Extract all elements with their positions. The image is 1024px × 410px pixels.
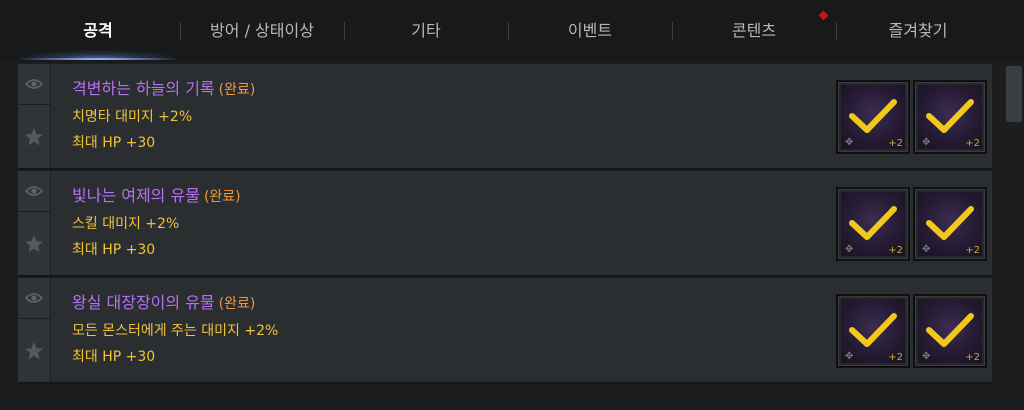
favorite-star-icon[interactable] [18, 319, 50, 382]
completion-status: (완료) [203, 189, 241, 205]
item-side-controls [18, 278, 51, 382]
stat-bonus: 최대 HP +30 [72, 135, 156, 151]
tab-attack[interactable]: 공격 [18, 14, 178, 48]
card-bonus: +2 [965, 138, 980, 149]
scrollbar-thumb[interactable] [1006, 66, 1022, 122]
move-icon: ✥ [845, 351, 854, 362]
tab-divider [508, 22, 509, 40]
collection-item[interactable]: 빛나는 여제의 유물 (완료) 스킬 대미지 +2% 최대 HP +30 ✥ +2… [18, 171, 992, 277]
collection-item[interactable]: 격변하는 하늘의 기록 (완료) 치명타 대미지 +2% 최대 HP +30 ✥ … [18, 64, 992, 170]
favorite-star-icon[interactable] [18, 212, 50, 275]
stat-bonus: 모든 몬스터에게 주는 대미지 +2% [72, 323, 279, 339]
card-bonus: +2 [888, 138, 903, 149]
tab-divider [672, 22, 673, 40]
stat-bonus: 최대 HP +30 [72, 242, 156, 258]
stat-bonus: 스킬 대미지 +2% [72, 216, 180, 232]
tab-divider [836, 22, 837, 40]
item-title: 빛나는 여제의 유물 (완료) [72, 182, 241, 206]
collection-card[interactable]: ✥ +2 [836, 80, 910, 154]
tab-etc[interactable]: 기타 [346, 14, 506, 48]
collection-item[interactable]: 왕실 대장장이의 유물 (완료) 모든 몬스터에게 주는 대미지 +2% 최대 H… [18, 278, 992, 384]
move-icon: ✥ [922, 137, 931, 148]
tab-divider [344, 22, 345, 40]
favorite-star-icon[interactable] [18, 105, 50, 168]
eye-icon[interactable] [18, 278, 50, 319]
item-side-controls [18, 64, 51, 168]
completion-status: (완료) [218, 296, 256, 312]
stat-bonus: 최대 HP +30 [72, 349, 156, 365]
category-tab-bar: 공격 방어 / 상태이상 기타 이벤트 콘텐츠 즐겨찾기 [0, 0, 1024, 62]
collection-card[interactable]: ✥ +2 [913, 294, 987, 368]
item-title: 왕실 대장장이의 유물 (완료) [72, 289, 255, 313]
tab-favorites[interactable]: 즐겨찾기 [838, 14, 998, 48]
item-title: 격변하는 하늘의 기록 (완료) [72, 75, 255, 99]
card-bonus: +2 [888, 245, 903, 256]
eye-icon[interactable] [18, 171, 50, 212]
eye-icon[interactable] [18, 64, 50, 105]
move-icon: ✥ [845, 137, 854, 148]
card-bonus: +2 [965, 245, 980, 256]
item-title-text: 격변하는 하늘의 기록 [72, 79, 215, 98]
collection-card[interactable]: ✥ +2 [913, 80, 987, 154]
tab-defense-status[interactable]: 방어 / 상태이상 [182, 14, 342, 48]
collection-card[interactable]: ✥ +2 [836, 294, 910, 368]
tab-divider [180, 22, 181, 40]
item-title-text: 빛나는 여제의 유물 [72, 186, 200, 205]
tab-content[interactable]: 콘텐츠 [674, 14, 834, 48]
item-side-controls [18, 171, 51, 275]
completion-status: (완료) [218, 82, 256, 98]
collection-card[interactable]: ✥ +2 [913, 187, 987, 261]
collection-card[interactable]: ✥ +2 [836, 187, 910, 261]
move-icon: ✥ [845, 244, 854, 255]
card-bonus: +2 [965, 352, 980, 363]
item-title-text: 왕실 대장장이의 유물 [72, 293, 215, 312]
stat-bonus: 치명타 대미지 +2% [72, 109, 193, 125]
tab-event[interactable]: 이벤트 [510, 14, 670, 48]
card-bonus: +2 [888, 352, 903, 363]
move-icon: ✥ [922, 244, 931, 255]
move-icon: ✥ [922, 351, 931, 362]
active-tab-indicator [18, 58, 178, 60]
